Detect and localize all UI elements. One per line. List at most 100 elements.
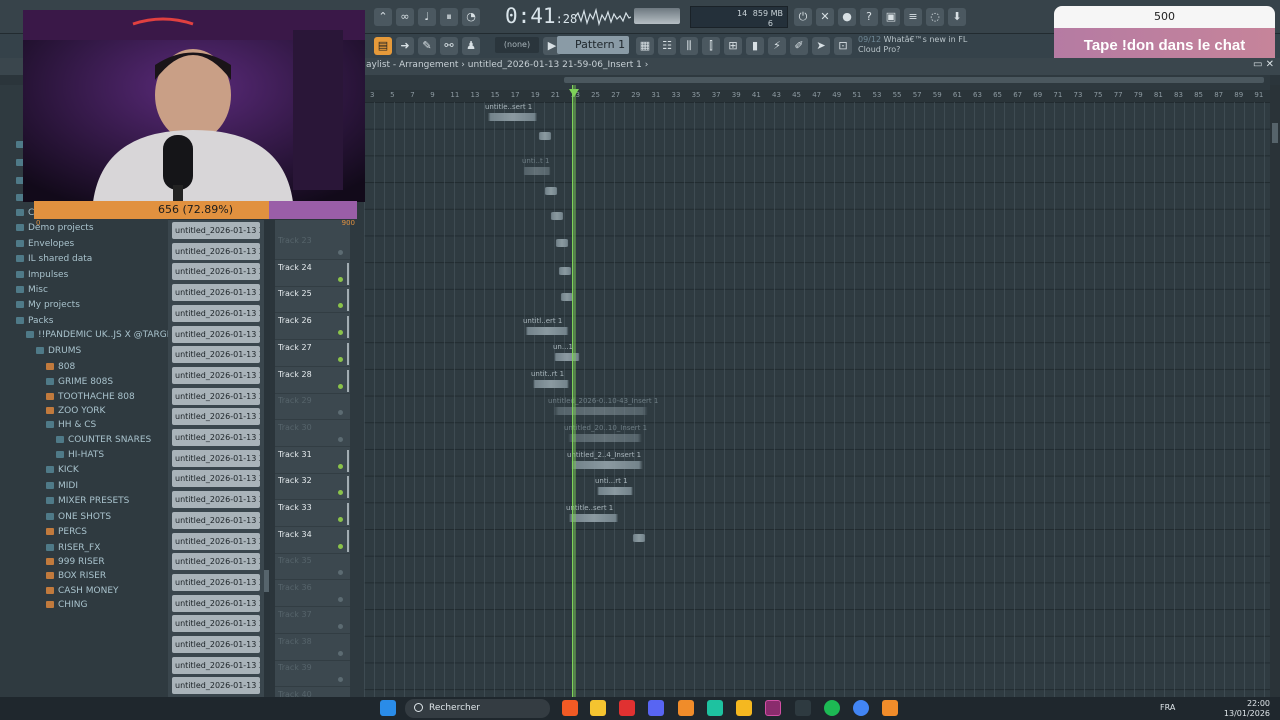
- browser-item[interactable]: DRUMS: [36, 346, 81, 356]
- clip-item[interactable]: untitled_2026-01-13 21-: [172, 222, 260, 239]
- track-mute-led[interactable]: [338, 356, 343, 362]
- power-icon[interactable]: ⏻: [794, 8, 812, 26]
- clip-item[interactable]: untitled_2026-01-13 21-: [172, 594, 260, 612]
- track-header[interactable]: Track 31: [275, 448, 350, 474]
- browser-item[interactable]: HI-HATS: [56, 450, 104, 460]
- browser-item[interactable]: Misc: [16, 285, 48, 295]
- app-yellow-icon[interactable]: [736, 700, 752, 716]
- discord-icon[interactable]: [648, 700, 664, 716]
- track-header[interactable]: Track 30: [275, 421, 350, 447]
- browser-icon[interactable]: ⊞: [724, 37, 742, 55]
- playlist-audio-clip[interactable]: untitled_2026-0..10-43_Insert 1: [548, 397, 658, 415]
- news-panel[interactable]: 09/12 Whatâ€™s new in FL Cloud Pro?: [858, 35, 968, 55]
- app-next-icon[interactable]: [765, 700, 781, 716]
- track-header[interactable]: Track 36: [275, 581, 350, 608]
- tempo-icon[interactable]: ♩: [418, 8, 436, 26]
- browser-item[interactable]: Demo projects: [16, 223, 94, 233]
- browser-item[interactable]: COUNTER SNARES: [56, 435, 151, 445]
- browser-item[interactable]: PERCS: [46, 527, 87, 537]
- chrome-icon[interactable]: [853, 700, 869, 716]
- clip-item[interactable]: untitled_2026-01-13 21-: [172, 263, 260, 281]
- clip-item[interactable]: untitled_2026-01-13 21-: [172, 677, 260, 695]
- browser-item[interactable]: 999 RISER: [46, 557, 105, 567]
- windows-start-icon[interactable]: [380, 700, 396, 716]
- clip-item[interactable]: untitled_2026-01-13 21-: [172, 429, 260, 446]
- playlist-audio-clip[interactable]: un...1: [553, 343, 581, 361]
- track-header[interactable]: Track 29: [275, 394, 350, 421]
- browser-item[interactable]: Envelopes: [16, 239, 74, 249]
- song-time[interactable]: 0:41:28: [505, 4, 577, 28]
- clip-item[interactable]: untitled_2026-01-13 21-: [172, 470, 260, 488]
- playlist-clip-fragment[interactable]: [538, 130, 552, 140]
- excel-icon[interactable]: [795, 700, 811, 716]
- playlist-grid[interactable]: [364, 102, 1270, 697]
- language-indicator[interactable]: FRA: [1160, 703, 1175, 712]
- window-controls[interactable]: ▭ ✕: [1253, 59, 1274, 70]
- plug-icon[interactable]: ⚡: [768, 37, 786, 55]
- mixer-view-icon[interactable]: ⫼: [680, 37, 698, 55]
- track-mute-led[interactable]: [338, 250, 343, 255]
- playhead-marker[interactable]: [569, 89, 579, 97]
- track-mute-led[interactable]: [338, 383, 343, 389]
- track-header[interactable]: Track 32: [275, 474, 350, 501]
- browser-item[interactable]: Packs: [16, 316, 53, 326]
- track-header[interactable]: Track 35: [275, 554, 350, 581]
- clip-item[interactable]: untitled_2026-01-13 21-: [172, 553, 260, 571]
- browser-item[interactable]: CHING: [46, 600, 87, 610]
- pattern-selector[interactable]: Pattern 1: [557, 36, 629, 54]
- snap-select[interactable]: (none): [495, 37, 539, 53]
- clip-item[interactable]: untitled_2026-01-13 21-: [172, 532, 260, 550]
- track-header[interactable]: Track 27: [275, 341, 350, 367]
- metronome-icon[interactable]: ⌃: [374, 8, 392, 26]
- browser-item[interactable]: GRIME 808S: [46, 377, 113, 387]
- vertical-scrollbar[interactable]: [1270, 85, 1280, 697]
- browser-item[interactable]: ONE SHOTS: [46, 512, 111, 522]
- brush-icon[interactable]: ✐: [790, 37, 808, 55]
- browser-item[interactable]: KICK: [46, 465, 79, 475]
- browser-item[interactable]: MIDI: [46, 481, 78, 491]
- piano-roll-icon[interactable]: ▦: [636, 37, 654, 55]
- track-mute-led[interactable]: [338, 597, 343, 603]
- browser-item[interactable]: My projects: [16, 300, 80, 310]
- track-header[interactable]: Track 25: [275, 287, 350, 314]
- browser-item[interactable]: BOX RISER: [46, 571, 106, 581]
- clip-item[interactable]: untitled_2026-01-13 21-: [172, 346, 260, 364]
- mixer-icon[interactable]: ≡: [904, 8, 922, 26]
- track-mute-led[interactable]: [338, 276, 343, 282]
- browser-item[interactable]: IL shared data: [16, 254, 92, 264]
- app-teal-icon[interactable]: [707, 700, 723, 716]
- clip-item[interactable]: untitled_2026-01-13 21-: [172, 242, 260, 260]
- download-icon[interactable]: ⬇: [948, 8, 966, 26]
- track-mute-led[interactable]: [338, 570, 343, 576]
- browser-item[interactable]: ZOO YORK: [46, 406, 105, 416]
- channel-rack-icon[interactable]: ☷: [658, 37, 676, 55]
- playhead[interactable]: [572, 85, 576, 697]
- track-mute-led[interactable]: [338, 623, 343, 629]
- playlist-audio-clip[interactable]: untitl..ert 1: [523, 317, 571, 335]
- link-icon[interactable]: ⚯: [440, 37, 458, 55]
- fl-studio-icon[interactable]: [882, 700, 898, 716]
- browser-item[interactable]: CASH MONEY: [46, 586, 119, 596]
- brave-icon[interactable]: [562, 700, 578, 716]
- playlist-clip-fragment[interactable]: [558, 265, 572, 275]
- track-resize-handle[interactable]: [347, 503, 349, 525]
- track-mute-led[interactable]: [338, 677, 343, 683]
- clip-item[interactable]: untitled_2026-01-13 21-: [172, 366, 260, 384]
- track-mute-led[interactable]: [338, 303, 343, 309]
- wait-icon[interactable]: ⏸: [440, 8, 458, 26]
- clip-item[interactable]: untitled_2026-01-13 21-: [172, 387, 260, 405]
- track-header[interactable]: Track 37: [275, 608, 350, 634]
- loop-icon[interactable]: ∞: [396, 8, 414, 26]
- scroll-thumb[interactable]: [564, 77, 1264, 83]
- playlist-clip-fragment[interactable]: [544, 185, 558, 195]
- browser-item[interactable]: RISER_FX: [46, 543, 100, 553]
- clip-item[interactable]: untitled_2026-01-13 21-: [172, 636, 260, 653]
- file-explorer-icon[interactable]: [590, 700, 606, 716]
- track-header[interactable]: Track 39: [275, 661, 350, 688]
- clip-item[interactable]: untitled_2026-01-13 21-: [172, 573, 260, 591]
- system-clock[interactable]: 22:00 13/01/2026: [1224, 699, 1270, 719]
- mic-icon[interactable]: ●: [838, 8, 856, 26]
- horizontal-scrollbar[interactable]: [364, 75, 1270, 85]
- playlist-audio-clip[interactable]: unti..t 1: [522, 157, 552, 175]
- track-resize-handle[interactable]: [347, 289, 349, 312]
